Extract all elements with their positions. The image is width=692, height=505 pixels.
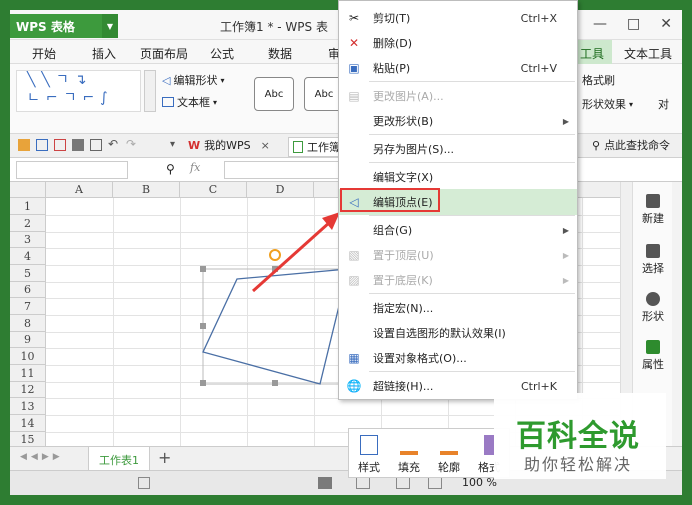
shapes-icon — [646, 292, 660, 306]
reading-view-icon[interactable] — [428, 477, 442, 489]
menu-shortcut: Ctrl+X — [520, 11, 557, 25]
submenu-arrow-icon: ▶ — [562, 250, 569, 260]
menu-label: 超链接(H)... — [373, 380, 434, 393]
menu-item-paste[interactable]: ▣ 粘贴(P) Ctrl+V — [339, 55, 577, 81]
menu-separator — [369, 293, 575, 294]
submenu-arrow-icon: ▶ — [562, 116, 569, 126]
sheet-tab[interactable]: 工作表1 — [88, 447, 150, 470]
resize-handle[interactable] — [272, 380, 278, 386]
menu-item-change-image: ▤ 更改图片(A)... — [339, 83, 577, 109]
add-sheet-button[interactable]: + — [158, 448, 171, 467]
side-new-button[interactable]: 新建 — [633, 194, 673, 226]
menu-item-save-as-picture[interactable]: 另存为图片(S)... — [339, 136, 577, 162]
menu-item-bring-to-front: ▧ 置于顶层(U) ▶ — [339, 242, 577, 268]
selection-frame — [202, 268, 349, 385]
menu-item-edit-text[interactable]: 编辑文字(X) — [339, 164, 577, 190]
resize-handle[interactable] — [200, 323, 206, 329]
mini-fill-label: 填充 — [398, 461, 420, 474]
side-properties-button[interactable]: 属性 — [633, 340, 673, 372]
side-select-label: 选择 — [642, 262, 664, 275]
properties-icon — [646, 340, 660, 354]
fill-bucket-icon — [400, 435, 418, 455]
format-object-icon: ▦ — [348, 351, 360, 365]
menu-shortcut: Ctrl+K — [520, 379, 557, 393]
menu-label: 更改图片(A)... — [373, 90, 444, 103]
hyperlink-icon: 🌐 — [346, 379, 362, 393]
freeform-shape[interactable] — [202, 268, 349, 385]
side-shape-button[interactable]: 形状 — [633, 292, 673, 324]
select-icon — [646, 244, 660, 258]
menu-item-cut[interactable]: ✂ 剪切(T) Ctrl+X — [339, 5, 577, 31]
submenu-arrow-icon: ▶ — [562, 225, 569, 235]
watermark-subtitle: 助你轻松解决 — [524, 455, 633, 474]
side-properties-label: 属性 — [642, 358, 664, 371]
menu-label: 另存为图片(S)... — [373, 143, 455, 156]
side-shape-label: 形状 — [642, 310, 664, 323]
menu-item-delete[interactable]: ✕ 删除(D) — [339, 30, 577, 56]
change-image-icon: ▤ — [348, 89, 360, 103]
menu-separator — [369, 81, 575, 82]
menu-label: 置于顶层(U) — [373, 249, 434, 262]
menu-label: 更改形状(B) — [373, 115, 434, 128]
outline-pen-icon — [440, 435, 458, 455]
side-select-button[interactable]: 选择 — [633, 244, 673, 276]
delete-x-icon: ✕ — [348, 36, 360, 50]
page-layout-view-icon[interactable] — [356, 477, 370, 489]
menu-label: 删除(D) — [373, 37, 413, 50]
resize-handle[interactable] — [200, 380, 206, 386]
watermark-title: 百科全说 — [516, 419, 640, 454]
annotation-arrow — [251, 220, 332, 293]
new-doc-icon — [646, 194, 660, 208]
menu-item-format-object[interactable]: ▦ 设置对象格式(O)... — [339, 345, 577, 371]
menu-label: 指定宏(N)... — [373, 302, 434, 315]
page-break-view-icon[interactable] — [396, 477, 410, 489]
menu-item-group[interactable]: 组合(G) ▶ — [339, 217, 577, 243]
side-new-label: 新建 — [642, 212, 664, 225]
send-to-back-icon: ▨ — [348, 273, 360, 287]
rotate-handle[interactable] — [269, 249, 281, 261]
paste-icon: ▣ — [348, 61, 360, 75]
menu-label: 粘贴(P) — [373, 62, 411, 75]
mini-outline-button[interactable]: 轮廓 — [431, 435, 467, 475]
menu-separator — [369, 134, 575, 135]
mini-style-button[interactable]: 样式 — [351, 435, 387, 475]
menu-label: 剪切(T) — [373, 12, 411, 25]
menu-label: 设置自选图形的默认效果(I) — [373, 327, 506, 340]
menu-separator — [369, 215, 575, 216]
menu-item-send-to-back: ▨ 置于底层(K) ▶ — [339, 267, 577, 293]
normal-view-icon[interactable] — [318, 477, 332, 489]
menu-item-assign-macro[interactable]: 指定宏(N)... — [339, 295, 577, 321]
menu-item-change-shape[interactable]: 更改形状(B) ▶ — [339, 108, 577, 134]
watermark: 百科全说 助你轻松解决 — [494, 393, 666, 479]
bring-to-front-icon: ▧ — [348, 248, 360, 262]
mini-outline-label: 轮廓 — [438, 461, 460, 474]
submenu-arrow-icon: ▶ — [562, 275, 569, 285]
style-brush-icon — [360, 435, 378, 455]
menu-shortcut: Ctrl+V — [520, 61, 557, 75]
menu-item-set-default-shape[interactable]: 设置自选图形的默认效果(I) — [339, 320, 577, 346]
menu-separator — [369, 371, 575, 372]
menu-label: 置于底层(K) — [373, 274, 433, 287]
annotation-highlight-box — [340, 188, 440, 212]
format-brush-icon — [484, 435, 494, 455]
menu-separator — [369, 162, 575, 163]
sheet-nav-arrows-icon[interactable]: ◀◀▶▶ — [20, 452, 64, 462]
scissors-icon: ✂ — [348, 11, 360, 25]
mini-fill-button[interactable]: 填充 — [391, 435, 427, 475]
menu-label: 设置对象格式(O)... — [373, 352, 467, 365]
resize-handle[interactable] — [200, 266, 206, 272]
mini-toolbar: 样式 填充 轮廓 格式 — [348, 428, 510, 478]
mini-style-label: 样式 — [358, 461, 380, 474]
menu-label: 编辑文字(X) — [373, 171, 434, 184]
macro-icon[interactable] — [138, 477, 150, 489]
menu-label: 组合(G) — [373, 224, 413, 237]
